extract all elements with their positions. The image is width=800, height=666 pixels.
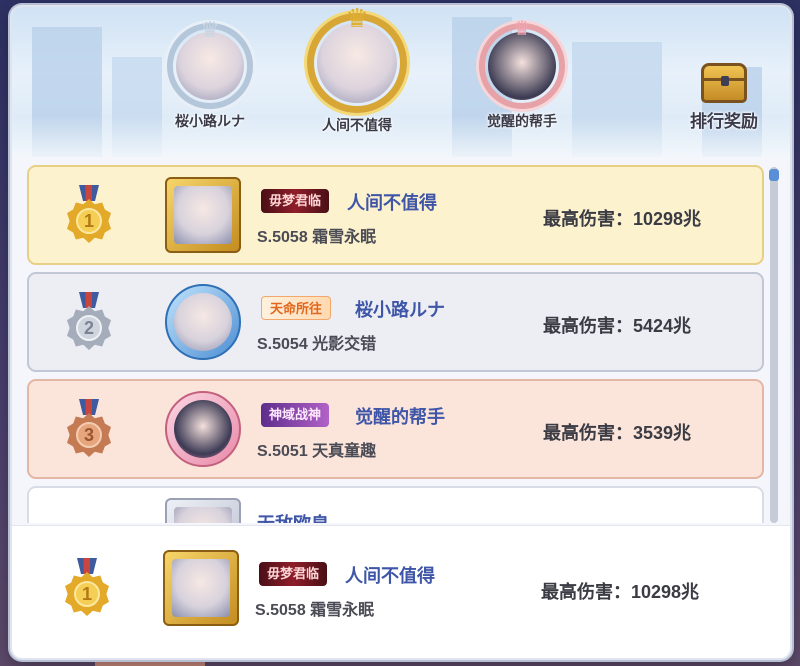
- player-name: 觉醒的帮手: [355, 407, 445, 427]
- gold-medal-icon: 1: [65, 185, 113, 247]
- scrollbar-handle[interactable]: [769, 169, 779, 181]
- bronze-medal-icon: 3: [65, 399, 113, 461]
- rank-number: 3: [76, 422, 102, 448]
- podium-player-name: 桜小路ルナ: [175, 113, 245, 129]
- rank-number: 1: [76, 208, 102, 234]
- treasure-chest-icon: [701, 63, 747, 103]
- player-avatar[interactable]: [163, 550, 239, 626]
- player-title-badge: 天命所往: [261, 296, 332, 320]
- player-avatar[interactable]: [165, 498, 241, 523]
- player-name: 人间不值得: [345, 566, 435, 586]
- player-avatar: [176, 32, 244, 100]
- max-damage: 最高伤害：10298兆: [543, 209, 702, 229]
- podium-header: ♛ 桜小路ルナ ♛ 人间不值得 ♛ 觉醒的帮手 排行奖励: [12, 7, 790, 157]
- gold-crown-icon: ♛: [345, 7, 369, 33]
- max-damage: 最高伤害：3539兆: [543, 423, 692, 443]
- max-damage: 最高伤害：10298兆: [541, 582, 700, 602]
- player-name: 无敌欧皇: [257, 510, 329, 523]
- player-server: S.5058 霜雪永眠: [257, 229, 377, 246]
- podium-rank-2[interactable]: ♛ 桜小路ルナ: [160, 19, 260, 131]
- leaderboard-panel: ♛ 桜小路ルナ ♛ 人间不值得 ♛ 觉醒的帮手 排行奖励 1 毋梦君临 人间不值…: [10, 5, 792, 660]
- ranking-list[interactable]: 1 毋梦君临 人间不值得 S.5058 霜雪永眠 最高伤害：10298兆 2 天…: [27, 165, 767, 523]
- player-title-badge: 神域战神: [261, 403, 330, 427]
- my-ranking-row[interactable]: 1 毋梦君临 人间不值得 S.5058 霜雪永眠 最高伤害：10298兆: [27, 540, 764, 640]
- ranking-row[interactable]: 3 神域战神 觉醒的帮手 S.5051 天真童趣 最高伤害：3539兆: [27, 379, 764, 479]
- player-avatar[interactable]: [165, 391, 241, 467]
- max-damage: 最高伤害：5424兆: [543, 316, 692, 336]
- podium-player-name: 人间不值得: [322, 117, 392, 133]
- player-server: S.5054 光影交错: [257, 336, 377, 353]
- podium-rank-1[interactable]: ♛ 人间不值得: [302, 7, 412, 135]
- podium-rank-3[interactable]: ♛ 觉醒的帮手: [467, 19, 577, 131]
- silver-crown-icon: ♛: [200, 17, 220, 42]
- ranking-row[interactable]: 2 天命所往 桜小路ルナ S.5054 光影交错 最高伤害：5424兆: [27, 272, 764, 372]
- pink-crown-icon: ♛: [513, 18, 531, 40]
- player-name: 人间不值得: [347, 193, 437, 213]
- ranking-row[interactable]: 1 毋梦君临 人间不值得 S.5058 霜雪永眠 最高伤害：10298兆: [27, 165, 764, 265]
- player-title-badge: 毋梦君临: [261, 189, 330, 213]
- player-server: S.5051 天真童趣: [257, 443, 377, 460]
- ranking-list-scrollbar[interactable]: [769, 167, 779, 523]
- ranking-row[interactable]: 无敌欧皇: [27, 486, 764, 523]
- podium-player-name: 觉醒的帮手: [487, 113, 557, 129]
- rank-number: 1: [74, 581, 100, 607]
- player-title-badge: 毋梦君临: [259, 562, 328, 586]
- player-avatar: [488, 32, 556, 100]
- silver-medal-icon: 2: [65, 292, 113, 354]
- player-server: S.5058 霜雪永眠: [255, 602, 375, 619]
- player-name: 桜小路ルナ: [355, 300, 445, 320]
- my-ranking-footer: 1 毋梦君临 人间不值得 S.5058 霜雪永眠 最高伤害：10298兆: [12, 525, 790, 658]
- scrollbar-thumb[interactable]: [770, 167, 778, 523]
- rank-number: 2: [76, 315, 102, 341]
- player-avatar: [317, 23, 397, 103]
- player-avatar[interactable]: [165, 177, 241, 253]
- player-avatar[interactable]: [165, 284, 241, 360]
- ranking-reward-button[interactable]: 排行奖励: [676, 63, 772, 143]
- gold-medal-icon: 1: [63, 558, 111, 620]
- ranking-reward-label: 排行奖励: [690, 112, 758, 131]
